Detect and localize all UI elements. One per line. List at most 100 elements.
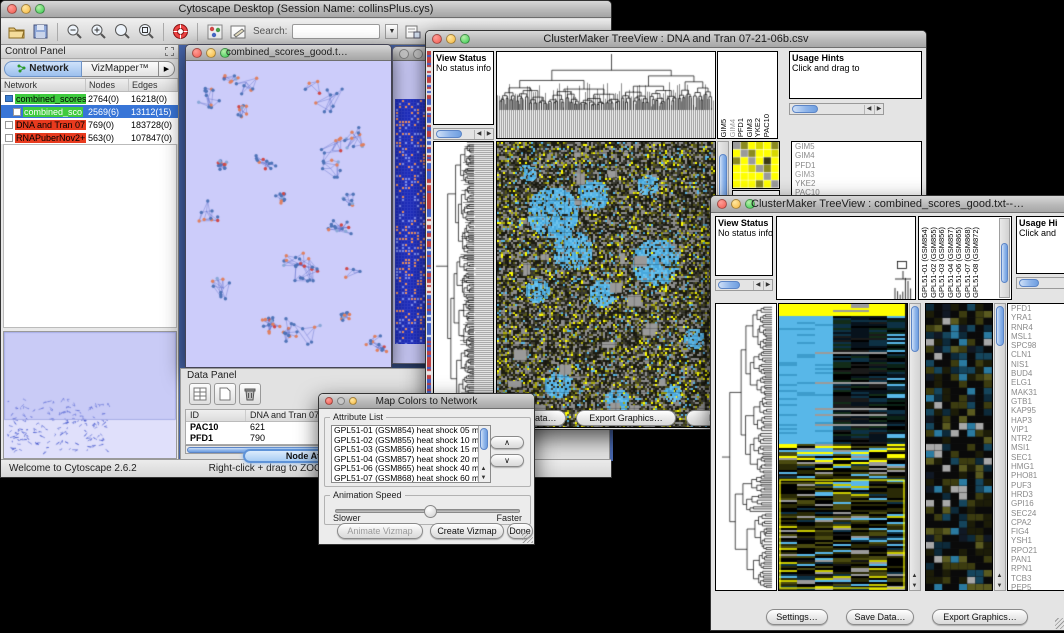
column-label[interactable]: GPL51-01 (GSM854): [921, 227, 929, 298]
column-label[interactable]: GPL51-08 (GSM872): [972, 227, 980, 298]
gene-label[interactable]: KAP95: [1011, 406, 1064, 415]
save-data-button[interactable]: Save Data…: [846, 609, 914, 625]
gene-label[interactable]: VIP1: [1011, 425, 1064, 434]
column-label[interactable]: GIM4: [729, 119, 737, 137]
zoom-selected-icon[interactable]: [137, 22, 156, 41]
scroll-up-icon[interactable]: ▲: [479, 465, 488, 473]
titlebar[interactable]: combined_scores_good.txt--cluste...: [186, 45, 391, 61]
gene-label[interactable]: HRD3: [1011, 490, 1064, 499]
tab-vizmapper[interactable]: VizMapper™: [82, 61, 159, 77]
select-attributes-icon[interactable]: [189, 383, 211, 405]
gene-label[interactable]: SPC98: [1011, 341, 1064, 350]
zoom-fit-icon[interactable]: [113, 22, 132, 41]
minimize-icon[interactable]: [21, 4, 31, 14]
close-icon[interactable]: [717, 199, 727, 209]
scroll-up-icon[interactable]: ▲: [995, 572, 1004, 580]
row-dendrogram-panel[interactable]: [715, 303, 777, 591]
gene-label[interactable]: YRA1: [1011, 313, 1064, 322]
gene-label[interactable]: PUF3: [1011, 481, 1064, 490]
open-file-icon[interactable]: [7, 22, 26, 41]
gene-label[interactable]: GTB1: [1011, 397, 1064, 406]
column-label[interactable]: GIM5: [720, 119, 728, 137]
heatmap-panel[interactable]: [778, 303, 908, 591]
row-label[interactable]: GIM3: [795, 170, 921, 179]
row-label[interactable]: YKE2: [795, 179, 921, 188]
heatmap-vscrollbar[interactable]: ▲ ▼: [909, 303, 921, 591]
close-icon[interactable]: [432, 34, 442, 44]
export-graphics-button[interactable]: Export Graphics…: [932, 609, 1028, 625]
gene-label[interactable]: SEC24: [1011, 509, 1064, 518]
table-row[interactable]: combined_sco 2569(6) 13112(15): [1, 105, 178, 118]
row-label[interactable]: GIM4: [795, 151, 921, 160]
mini-heatmap[interactable]: [732, 141, 780, 189]
gene-label[interactable]: NTR2: [1011, 434, 1064, 443]
column-label[interactable]: GPL51-06 (GSM865): [955, 227, 963, 298]
report-icon[interactable]: [403, 22, 422, 41]
usage-hints-scrollbar[interactable]: ◀▶: [789, 103, 884, 115]
close-icon[interactable]: [399, 49, 409, 59]
annotation-icon[interactable]: [229, 22, 248, 41]
window-controls[interactable]: [7, 4, 45, 14]
tab-network[interactable]: Network: [4, 61, 82, 77]
column-dendrogram-panel[interactable]: [496, 51, 716, 139]
secondary-vscrollbar[interactable]: ▲ ▼: [994, 303, 1006, 591]
attribute-list[interactable]: GPL51-01 (GSM854) heat shock 05 minGPL51…: [331, 425, 491, 483]
titlebar[interactable]: ClusterMaker TreeView : combined_scores_…: [711, 196, 1064, 213]
main-titlebar[interactable]: Cytoscape Desktop (Session Name: collins…: [1, 1, 611, 18]
vizmap-icon[interactable]: [205, 22, 224, 41]
zoom-in-icon[interactable]: [89, 22, 108, 41]
titlebar[interactable]: Map Colors to Network: [319, 394, 534, 409]
save-icon[interactable]: [31, 22, 50, 41]
view-status-scrollbar[interactable]: ◀▶: [715, 279, 773, 291]
column-label[interactable]: PFD1: [737, 118, 745, 137]
column-label[interactable]: GPL51-03 (GSM856): [938, 227, 946, 298]
attribute-list-scrollbar[interactable]: ▲ ▼: [478, 426, 490, 482]
scroll-down-icon[interactable]: ▼: [479, 474, 488, 482]
resize-grip[interactable]: [522, 532, 533, 543]
search-input[interactable]: [292, 24, 380, 39]
column-label[interactable]: GPL51-07 (GSM868): [964, 227, 972, 298]
column-label[interactable]: PAC10: [763, 114, 771, 137]
scroll-right-icon[interactable]: ▶: [874, 105, 883, 114]
close-icon[interactable]: [325, 397, 333, 405]
scroll-right-icon[interactable]: ▶: [484, 130, 493, 139]
table-row[interactable]: RNAPuberNov2+I 563(0) 107847(0): [1, 131, 178, 144]
labels-vscrollbar[interactable]: [999, 218, 1010, 298]
row-label[interactable]: GIM5: [795, 142, 921, 151]
gene-label[interactable]: PFD1: [1011, 304, 1064, 313]
minimize-icon[interactable]: [337, 397, 345, 405]
minimize-icon[interactable]: [446, 34, 456, 44]
scroll-down-icon[interactable]: ▼: [995, 582, 1004, 590]
column-dendrogram-panel[interactable]: [776, 216, 916, 300]
settings-button[interactable]: Settings…: [766, 609, 828, 625]
delete-attribute-icon[interactable]: [239, 383, 261, 405]
gene-label[interactable]: RPN1: [1011, 564, 1064, 573]
gene-label[interactable]: NIS1: [1011, 360, 1064, 369]
help-lifering-icon[interactable]: [171, 22, 190, 41]
gene-label[interactable]: PAN1: [1011, 555, 1064, 564]
close-icon[interactable]: [192, 48, 202, 58]
row-label[interactable]: PFD1: [795, 161, 921, 170]
scroll-down-icon[interactable]: ▼: [910, 582, 919, 590]
tab-overflow-arrow[interactable]: ▶: [159, 61, 175, 77]
scroll-left-icon[interactable]: ◀: [753, 281, 762, 290]
minimize-icon[interactable]: [731, 199, 741, 209]
gene-label[interactable]: MAK31: [1011, 388, 1064, 397]
gene-label[interactable]: CLN1: [1011, 350, 1064, 359]
gene-label[interactable]: FIG4: [1011, 527, 1064, 536]
minimize-icon[interactable]: [413, 49, 423, 59]
row-dendrogram-panel[interactable]: [433, 141, 494, 428]
gene-label[interactable]: BUD4: [1011, 369, 1064, 378]
slider-thumb[interactable]: [424, 505, 437, 518]
gene-label[interactable]: PEP5: [1011, 583, 1064, 591]
column-label[interactable]: GPL51-02 (GSM855): [930, 227, 938, 298]
column-label[interactable]: GPL51-04 (GSM857): [947, 227, 955, 298]
gene-label[interactable]: HMG1: [1011, 462, 1064, 471]
resize-grip[interactable]: [1055, 618, 1064, 629]
gene-label[interactable]: RNR4: [1011, 323, 1064, 332]
gene-label[interactable]: MSL1: [1011, 332, 1064, 341]
export-graphics-button[interactable]: Export Graphics…: [576, 410, 676, 426]
animate-vizmap-button[interactable]: Animate Vizmap: [337, 523, 423, 539]
float-panel-icon[interactable]: [165, 47, 174, 56]
scroll-right-icon[interactable]: ▶: [763, 281, 772, 290]
